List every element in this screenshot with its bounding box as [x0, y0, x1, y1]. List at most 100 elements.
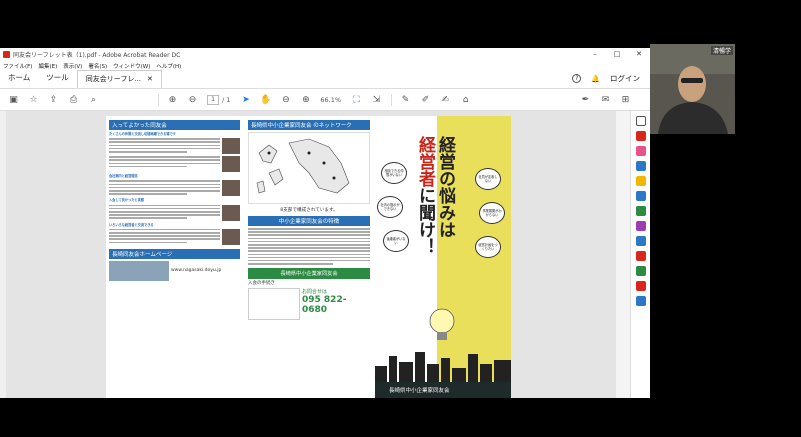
menu-window[interactable]: ウィンドウ(W) [113, 62, 150, 70]
worry-bubble: 後継者がいない [383, 230, 409, 252]
webcam-feed: 清暢学 [650, 44, 735, 134]
section-subheading: いろいろな経営者と交流できる [109, 222, 154, 227]
fill-sign-icon[interactable]: ✒ [580, 94, 591, 105]
minimize-button[interactable]: – [584, 50, 606, 58]
zoom-out-icon[interactable]: ⊖ [280, 94, 291, 105]
member-photo [222, 156, 240, 173]
page-down-icon[interactable]: ⊖ [187, 94, 198, 105]
divider [391, 93, 393, 106]
fill-sign-tool-icon[interactable] [635, 221, 646, 231]
window-title: 同友会リーフレット表（1).pdf - Adobe Acrobat Reader… [13, 51, 181, 59]
contact-label: お問合せは [302, 288, 328, 295]
member-photo [222, 228, 240, 245]
scan-icon[interactable] [635, 296, 646, 306]
phone-number: 095 822-0680 [302, 294, 347, 315]
participant-name: 清暢学 [710, 46, 733, 55]
section-subheading: たくさんの仲間と交流し切磋琢磨できる場です [109, 132, 176, 136]
tab-document[interactable]: 同友会リーフレ... ✕ [76, 70, 162, 88]
zoom-in-icon[interactable]: ⊕ [300, 94, 311, 105]
search-icon[interactable]: ⌕ [88, 94, 99, 105]
zoom-level[interactable]: 66.1% [320, 96, 341, 104]
city-skyline-graphic [375, 352, 511, 386]
cover-title-line3: に聞け！ [415, 187, 435, 255]
page-number-input[interactable]: 1 [207, 94, 219, 105]
login-button[interactable]: ログイン [610, 73, 640, 84]
member-photo [222, 204, 240, 221]
testimonial-row [109, 180, 240, 197]
cover-title: 経営の悩みは 経営者に聞け！ [415, 136, 455, 255]
divider [158, 93, 159, 106]
tab-close-icon[interactable]: ✕ [147, 75, 153, 83]
redact-icon[interactable] [635, 251, 646, 261]
testimonial-row [109, 228, 240, 245]
cover-title-line1: 経営の悩みは [435, 136, 455, 238]
edit-pdf-icon[interactable] [635, 146, 646, 156]
stamp-icon[interactable]: ⌂ [460, 94, 471, 105]
more-tools-icon[interactable]: ⊞ [620, 94, 631, 105]
optimize-icon[interactable] [635, 281, 646, 291]
join-heading: 入会の手続き [248, 280, 275, 286]
fit-page-icon[interactable]: ⛶ [351, 94, 362, 105]
participant-video [650, 44, 735, 134]
homepage-screenshot [109, 260, 169, 281]
worry-bubble: 事業展開がわからない [479, 202, 505, 224]
upload-icon[interactable]: ⇪ [48, 94, 59, 105]
tab-tools[interactable]: ツール [38, 72, 77, 88]
page-up-icon[interactable]: ⊕ [167, 94, 178, 105]
tools-pane [630, 111, 650, 398]
save-icon[interactable]: ▣ [8, 94, 19, 105]
homepage-url: www.nagasaki.doyu.jp [171, 267, 222, 273]
leaflet-panel-middle: 長崎県中小企業家同友会 のネットワーク 8支部で構成されています。 中小企業家同… [243, 116, 375, 398]
select-cursor-icon[interactable]: ➤ [240, 94, 251, 105]
page-total: / 1 [222, 95, 231, 104]
left-panel-toggle[interactable] [0, 111, 6, 398]
section-subheading: 入会して良かったと実感 [109, 198, 144, 203]
comment-icon[interactable]: ✎ [400, 94, 411, 105]
close-button[interactable]: ✕ [628, 50, 650, 58]
menu-file[interactable]: ファイル(F) [3, 62, 32, 70]
export-pdf-icon[interactable] [635, 161, 646, 171]
print-icon[interactable]: ⎙ [68, 94, 79, 105]
bell-icon[interactable]: 🔔 [591, 75, 600, 83]
highlight-icon[interactable]: ✐ [420, 94, 431, 105]
scroll-mode-icon[interactable]: ⇲ [371, 94, 382, 105]
maximize-button[interactable]: □ [606, 50, 628, 58]
features-text [248, 228, 370, 265]
zoom-tool-icon[interactable] [635, 116, 646, 126]
menu-help[interactable]: ヘルプ(H) [156, 62, 181, 70]
worry-bubble: 社内の指示ができない [377, 196, 403, 218]
compare-icon[interactable] [635, 266, 646, 276]
screen: 同友会リーフレット表（1).pdf - Adobe Acrobat Reader… [0, 0, 801, 437]
features-heading: 中小企業家同友会の特徴 [248, 216, 370, 226]
tab-bar: ホーム ツール 同友会リーフレ... ✕ ? 🔔 ログイン [0, 70, 650, 89]
testimonial-row [109, 204, 240, 221]
tab-document-label: 同友会リーフレ... [85, 75, 142, 83]
bookmark-star-icon[interactable]: ☆ [28, 94, 39, 105]
section-subheading: 会社案内と経営理念 [109, 174, 138, 179]
comment-tool-icon[interactable] [635, 176, 646, 186]
pdf-page: 入ってよかった同友会 たくさんの仲間と交流し切磋琢磨できる場です 会社案内と経営… [106, 116, 511, 398]
cover-title-line2: 経営者 [415, 136, 435, 187]
mail-icon[interactable]: ✉ [600, 94, 611, 105]
member-photo [222, 138, 240, 155]
organize-pages-icon[interactable] [635, 206, 646, 216]
menu-edit[interactable]: 編集(E) [38, 62, 57, 70]
menu-view[interactable]: 表示(V) [63, 62, 82, 70]
draw-icon[interactable]: ✍ [440, 94, 451, 105]
combine-files-icon[interactable] [635, 191, 646, 201]
network-heading: 長崎県中小企業家同友会 のネットワーク [248, 120, 370, 130]
vertical-scrollbar[interactable] [616, 111, 630, 398]
menu-sign[interactable]: 署名(S) [88, 62, 107, 70]
hand-tool-icon[interactable]: ✋ [260, 94, 271, 105]
homepage-row: www.nagasaki.doyu.jp [109, 260, 240, 281]
title-bar: 同友会リーフレット表（1).pdf - Adobe Acrobat Reader… [0, 48, 650, 60]
worry-bubble: 社員が定着しない [475, 168, 501, 190]
toolbar: ▣ ☆ ⇪ ⎙ ⌕ ⊕ ⊖ 1 / 1 ➤ ✋ ⊖ ⊕ 66.1% ⛶ ⇲ ✎ … [0, 89, 650, 111]
testimonial-row [109, 138, 240, 155]
protect-icon[interactable] [635, 236, 646, 246]
tab-home[interactable]: ホーム [0, 72, 38, 88]
cover-footer: 長崎県中小企業家同友会 [375, 382, 511, 398]
help-icon[interactable]: ? [572, 74, 582, 83]
leaflet-panel-left: 入ってよかった同友会 たくさんの仲間と交流し切磋琢磨できる場です 会社案内と経営… [106, 116, 243, 398]
create-pdf-icon[interactable] [635, 131, 646, 141]
